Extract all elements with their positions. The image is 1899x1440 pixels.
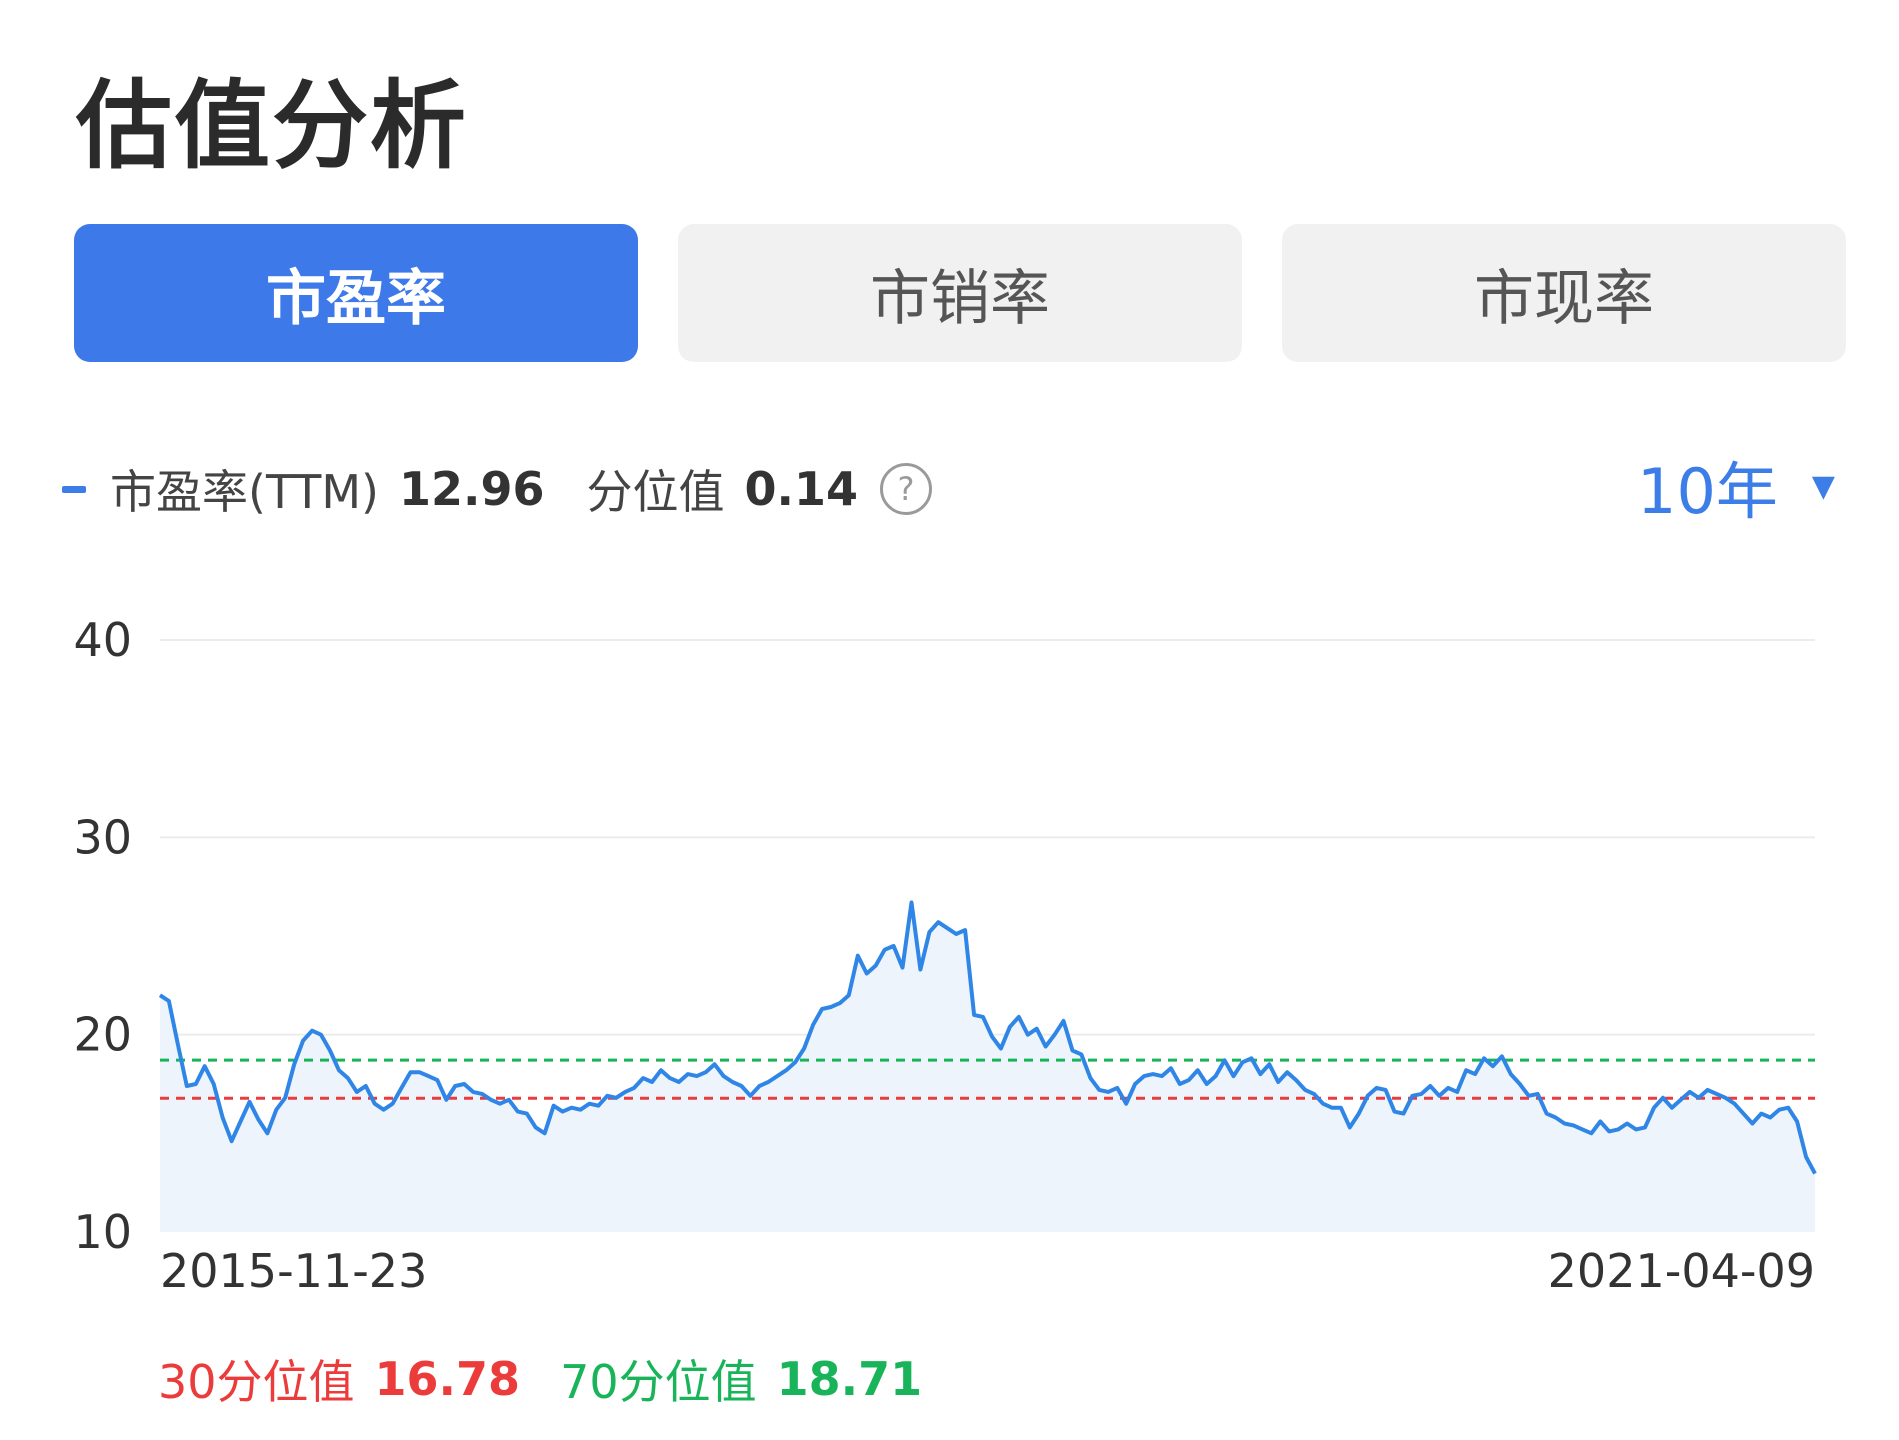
caret-down-icon: ▼ — [1811, 468, 1835, 504]
percentile-label: 分位值 — [586, 465, 725, 519]
tab-pe-ratio[interactable]: 市盈率 — [74, 224, 638, 362]
x-end-label: 2021-04-09 — [1548, 1244, 1815, 1298]
series-area — [160, 902, 1815, 1232]
series-label: 市盈率(TTM) — [110, 465, 379, 519]
period-label: 10年 — [1637, 455, 1778, 528]
pe-ratio-chart: 10 20 30 40 2015-11-23 2021-04-09 — [73, 613, 1817, 1298]
tab-ps-ratio[interactable]: 市销率 — [678, 224, 1242, 362]
tab-pcf-ratio[interactable]: 市现率 — [1282, 224, 1846, 362]
question-circle-icon[interactable]: ? — [880, 463, 932, 515]
chart-legend: 市盈率(TTM) 12.96 分位值 0.14 ? — [62, 454, 932, 524]
percentile-legend: 30分位值 16.78 70分位值 18.71 — [158, 1344, 922, 1414]
current-pe-value: 12.96 — [398, 462, 545, 516]
y-tick-label: 40 — [73, 613, 132, 667]
period-selector[interactable]: 10年 ▼ — [1637, 446, 1835, 528]
x-start-label: 2015-11-23 — [160, 1244, 427, 1298]
y-tick-label: 30 — [73, 810, 132, 864]
series-swatch — [62, 485, 86, 493]
p30-label: 30分位值 — [158, 1355, 355, 1409]
p70-value: 18.71 — [776, 1352, 923, 1406]
p30-value: 16.78 — [374, 1352, 521, 1406]
y-tick-label: 20 — [73, 1008, 132, 1062]
percentile-value: 0.14 — [744, 462, 859, 516]
p70-label: 70分位值 — [560, 1355, 757, 1409]
valuation-tabs: 市盈率 市销率 市现率 — [74, 224, 1846, 362]
y-tick-label: 10 — [73, 1205, 132, 1259]
page-title: 估值分析 — [76, 70, 468, 182]
